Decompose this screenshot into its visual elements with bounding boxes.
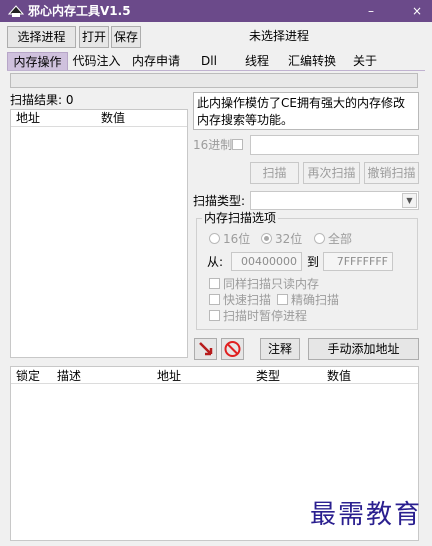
watermark-text: 最需教育 [310,500,423,530]
scan-value-input[interactable] [250,135,419,155]
readonly-checkbox[interactable] [209,278,220,289]
radio-all-label: 全部 [328,232,353,246]
col-address[interactable]: 地址 [16,110,40,126]
scan-type-select[interactable] [250,191,419,210]
tab-dll[interactable]: Dll [190,52,228,70]
radio-all[interactable] [314,233,325,244]
pause-process-label: 扫描时暂停进程 [223,309,308,323]
to-label: 到 [307,255,320,269]
scan-button[interactable]: 扫描 [250,162,299,184]
pointer-arrow-icon[interactable] [194,338,217,360]
radio-32bit-label: 32位 [275,232,303,246]
hex-label: 16进制 [193,138,233,152]
scan-results-count: 扫描结果: 0 [10,93,74,107]
add-address-button[interactable]: 手动添加地址 [308,338,419,360]
scan-progress-bar [10,73,418,88]
radio-16bit[interactable] [209,233,220,244]
tab-threads[interactable]: 线程 [238,52,276,70]
minimize-button[interactable]: – [360,2,382,20]
from-label: 从: [207,255,224,269]
options-title: 内存扫描选项 [202,210,279,226]
tab-code-inject[interactable]: 代码注入 [69,52,124,70]
undo-scan-button[interactable]: 撤销扫描 [364,162,419,184]
tab-asm-convert[interactable]: 汇编转换 [283,52,341,70]
readonly-label: 同样扫描只读内存 [223,277,320,291]
radio-16bit-label: 16位 [223,232,251,246]
hex-checkbox[interactable] [232,139,243,150]
col-value[interactable]: 数值 [101,110,125,126]
comment-button[interactable]: 注释 [260,338,300,360]
process-status: 未选择进程 [249,29,310,43]
to-address-input[interactable]: 7FFFFFFF [323,252,393,271]
tab-underline [7,70,425,71]
fast-scan-label: 快速扫描 [223,293,272,307]
select-process-button[interactable]: 选择进程 [7,26,76,48]
col-value-list[interactable]: 数值 [327,368,351,384]
pause-process-checkbox[interactable] [209,310,220,321]
radio-32bit[interactable] [261,233,272,244]
app-icon [7,4,25,18]
close-button[interactable]: × [406,2,428,20]
open-button[interactable]: 打开 [79,26,109,48]
col-lock[interactable]: 锁定 [16,368,40,384]
col-description[interactable]: 描述 [57,368,81,384]
from-address-input[interactable]: 00400000 [231,252,302,271]
precise-scan-checkbox[interactable] [277,294,288,305]
scan-type-label: 扫描类型: [193,194,246,208]
tab-about[interactable]: 关于 [346,52,384,70]
tab-memory-ops[interactable]: 内存操作 [7,52,68,70]
fast-scan-checkbox[interactable] [209,294,220,305]
window-title: 邪心内存工具V1.5 [28,4,131,18]
col-type[interactable]: 类型 [256,368,280,384]
tab-memory-alloc[interactable]: 内存申请 [127,52,185,70]
rescan-button[interactable]: 再次扫描 [303,162,360,184]
clear-list-icon[interactable] [221,338,244,360]
save-button[interactable]: 保存 [111,26,141,48]
precise-scan-label: 精确扫描 [291,293,340,307]
col-address-list[interactable]: 地址 [157,368,181,384]
info-text: 此内操作模仿了CE拥有强大的内存修改内存搜索等功能。 [193,92,419,130]
chevron-down-icon[interactable]: ▼ [402,193,417,208]
scan-results-list[interactable] [10,109,188,358]
